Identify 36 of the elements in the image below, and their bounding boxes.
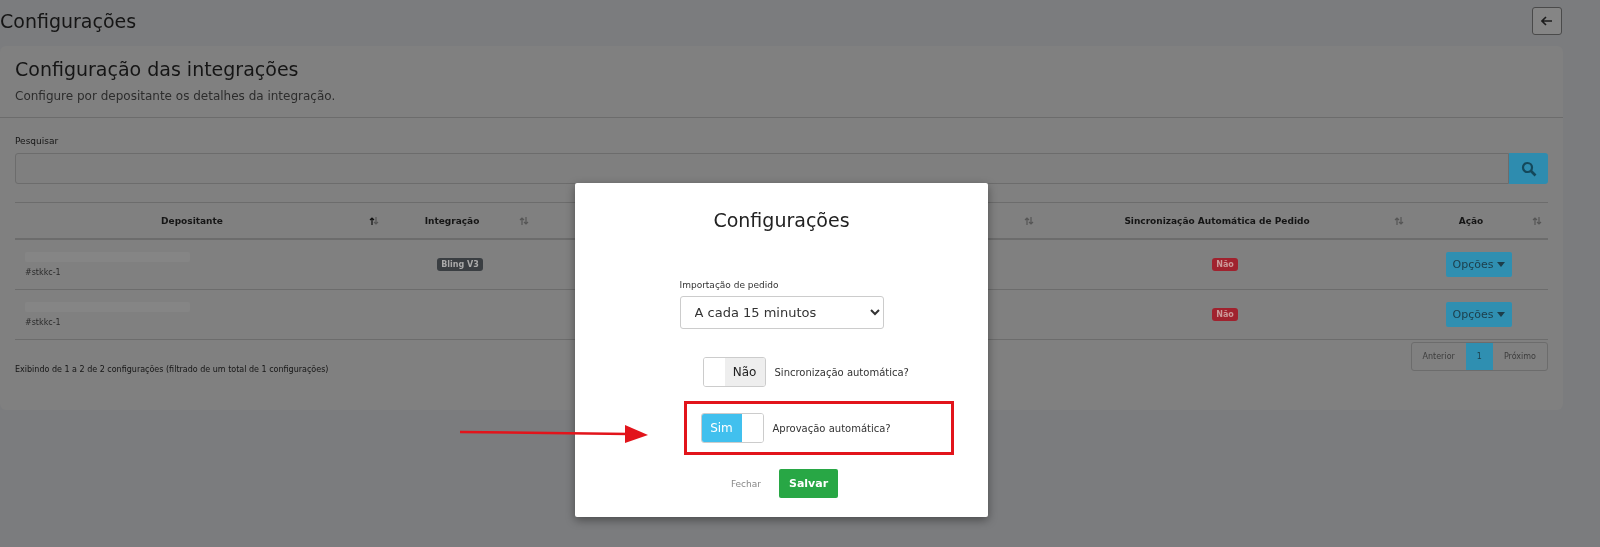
search-field[interactable] [15,153,1509,184]
page-button[interactable]: 1 [1465,343,1493,370]
back-button[interactable] [1532,7,1562,35]
column-header[interactable]: Sincronização Automática de Pedido [1040,215,1394,226]
caret-icon [1497,312,1506,317]
search-icon [1520,160,1537,177]
toggle-label: Sincronização automática? [774,366,909,378]
toggle-switch[interactable]: Não [702,357,766,387]
status-badge: Não [1212,308,1238,321]
close-link[interactable]: Fechar [724,477,767,490]
import-select[interactable]: A cada 15 minutos [679,296,884,329]
toggle-label: Aprovação automática? [772,422,891,434]
column-header[interactable]: Integração [385,215,519,226]
depositor-code: #stkkc-1 [25,318,61,327]
table-summary: Exibindo de 1 a 2 de 2 configurações (filtrado de um total de 1 configurações) [15,365,329,374]
status-badge: Não [1212,258,1238,271]
card-subtitle: Configure por depositante os detalhes da integração. [15,89,337,103]
sort-icon[interactable] [369,215,379,226]
column-header[interactable]: Depositante [15,215,369,226]
caret-icon [1497,262,1506,267]
search-button[interactable] [1509,153,1548,184]
page-button[interactable]: Anterior [1411,343,1466,370]
card-title: Configuração das integrações [15,58,300,80]
page-button[interactable]: Próximo [1492,343,1547,370]
column-header[interactable]: Ação [1410,215,1532,226]
depositor-code: #stkkc-1 [25,268,61,277]
search-label: Pesquisar [15,136,60,146]
options-button[interactable]: Opções [1445,302,1513,327]
page-title: Configurações [0,10,137,32]
options-button[interactable]: Opções [1445,252,1513,277]
field-label: Importação de pedido [679,280,780,290]
dialog-title: Configurações [713,209,850,231]
integration-badge: Bling V3 [437,258,483,271]
back-arrow-icon [1541,16,1553,26]
save-button[interactable]: Salvar [778,469,839,498]
toggle-switch[interactable]: Sim [700,413,764,443]
